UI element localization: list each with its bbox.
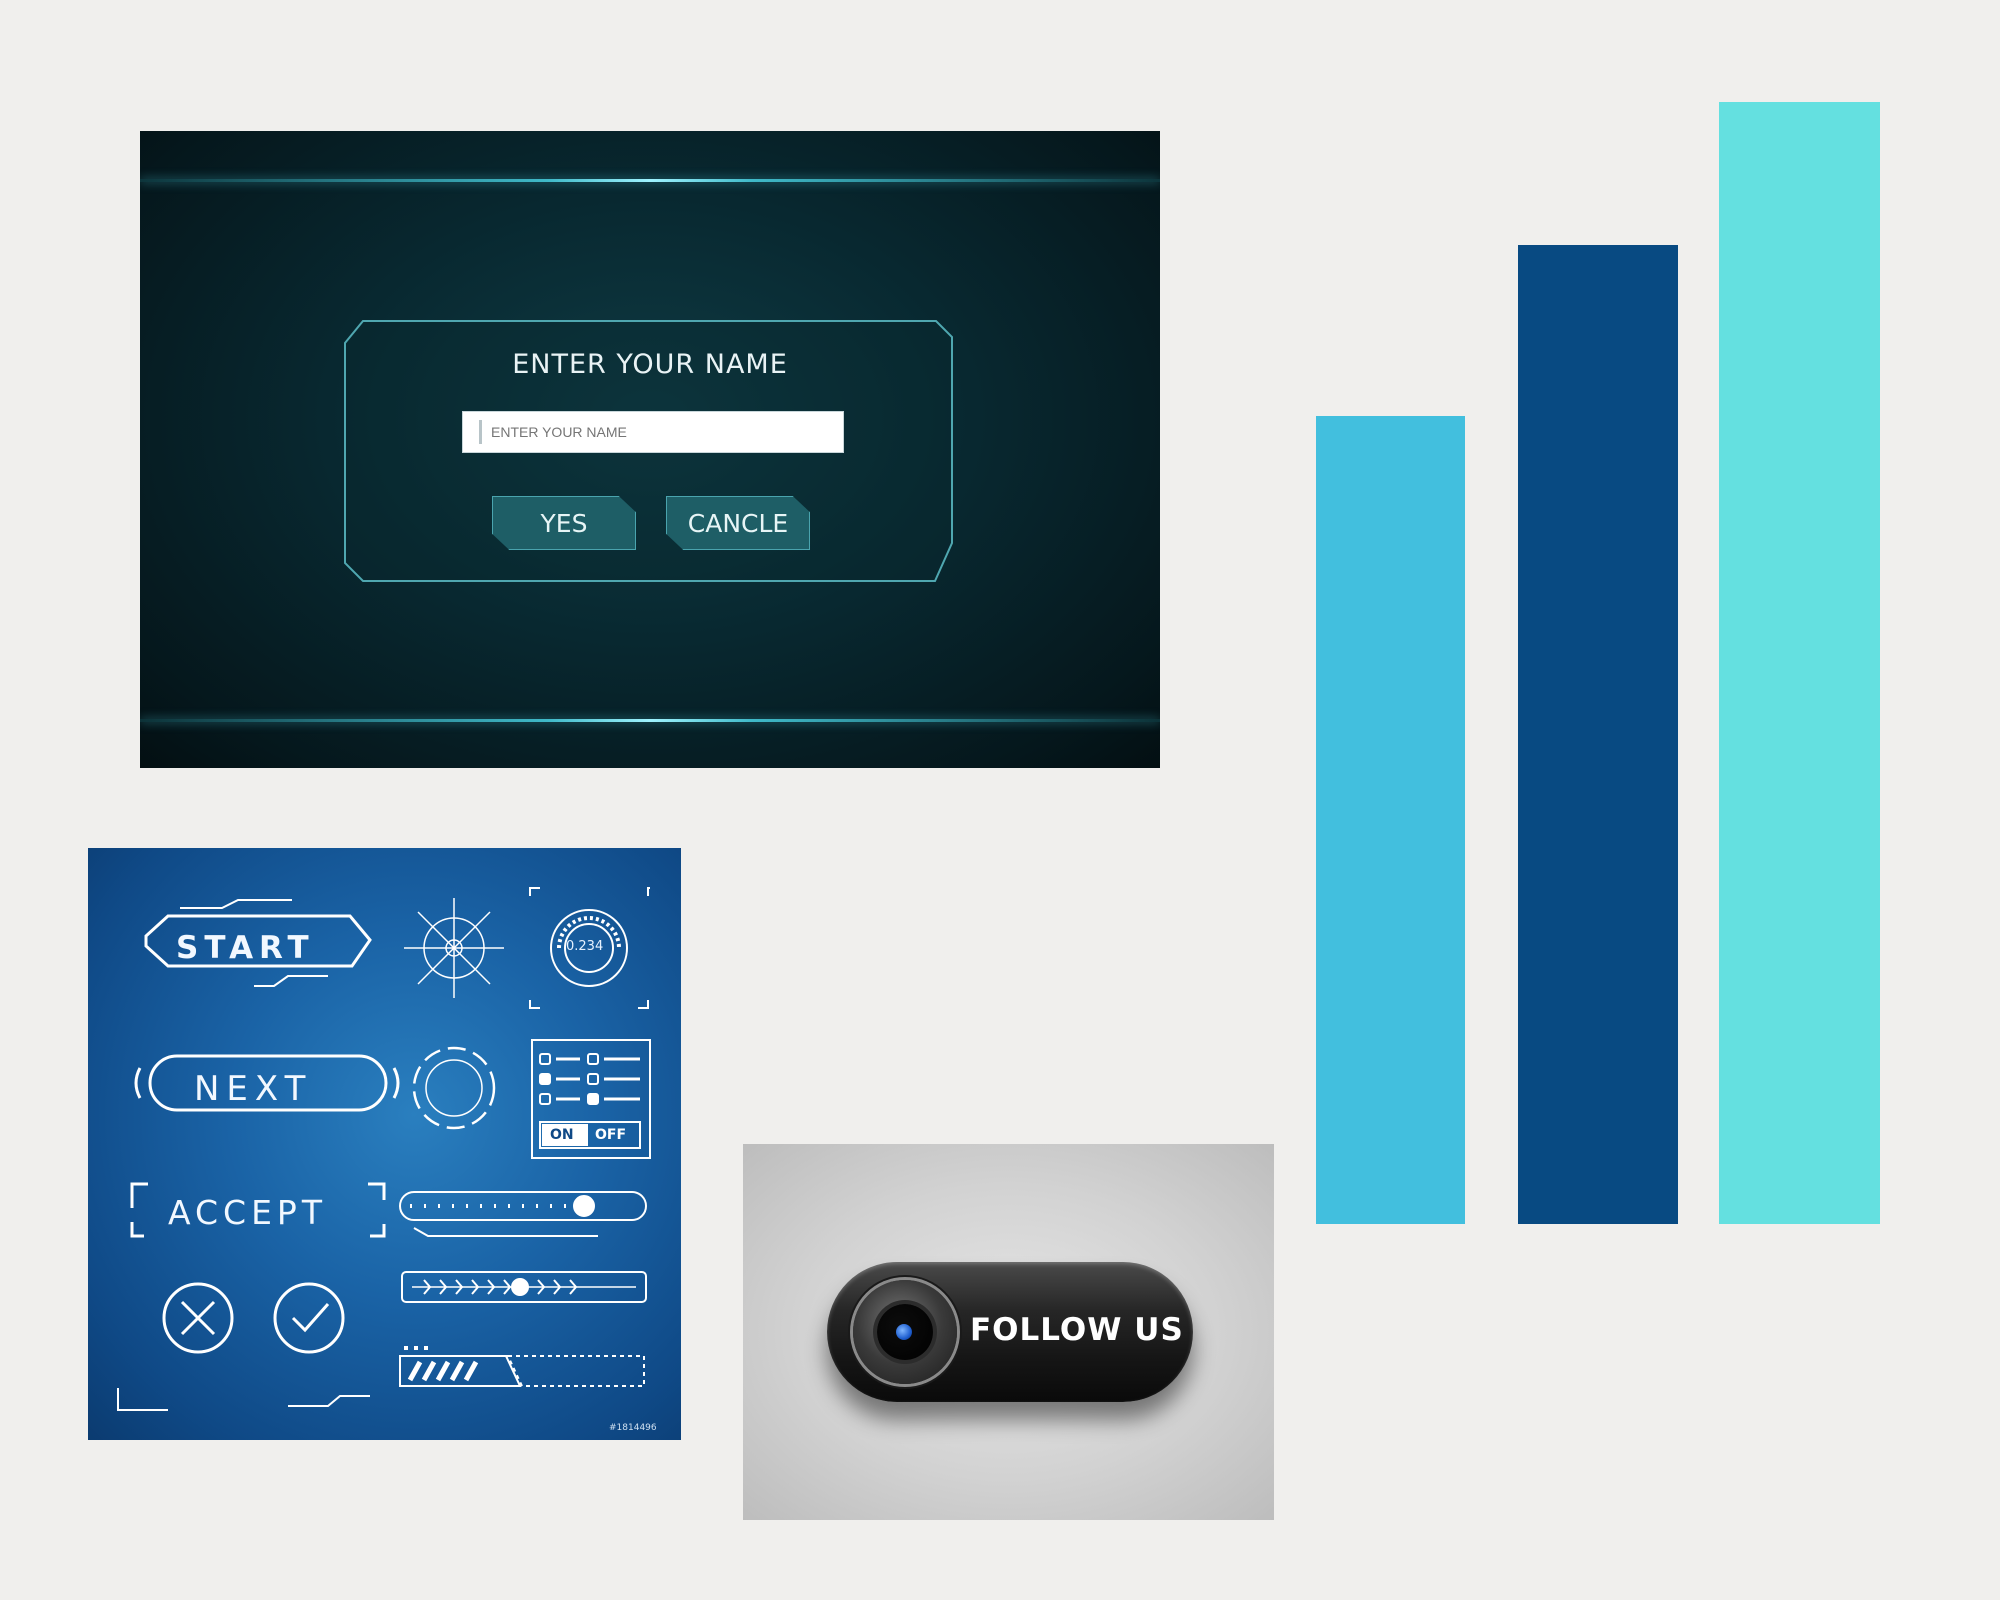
start-button: START xyxy=(176,930,315,966)
decorative-bar-aqua xyxy=(1719,102,1880,1224)
check-circle-icon xyxy=(273,1282,345,1354)
bottom-circuit-mid xyxy=(288,1395,370,1407)
slider-bar xyxy=(399,1191,647,1237)
accept-bracket-br xyxy=(370,1224,386,1238)
accept-bracket-tl xyxy=(130,1182,148,1208)
toggle-off-label: OFF xyxy=(595,1127,627,1143)
loading-bar xyxy=(399,1346,645,1387)
hud-ui-kit-image: START NEXT ACCEPT 0.234 ON OFF #1814496 xyxy=(88,848,681,1440)
toggle-on-label: ON xyxy=(550,1127,574,1143)
dialog-title: ENTER YOUR NAME xyxy=(512,349,788,380)
text-caret xyxy=(479,420,482,444)
next-button: NEXT xyxy=(194,1069,313,1109)
accept-bracket-tr xyxy=(368,1182,386,1200)
decorative-bar-navy xyxy=(1518,245,1678,1224)
dashed-ring-icon xyxy=(412,1046,496,1130)
follow-us-image: FOLLOW US xyxy=(743,1144,1274,1520)
image-id: #1814496 xyxy=(609,1423,657,1433)
follow-us-label: FOLLOW US xyxy=(970,1312,1184,1348)
name-input[interactable] xyxy=(462,411,844,453)
follow-us-button[interactable]: FOLLOW US xyxy=(827,1262,1193,1402)
radar-target-icon xyxy=(404,898,504,998)
lens-reflection xyxy=(896,1324,912,1340)
camera-lens-icon xyxy=(853,1280,957,1384)
arrow-progress-bar xyxy=(401,1271,647,1303)
start-circuit-line-2 xyxy=(254,975,328,987)
start-circuit-line xyxy=(180,899,292,909)
accept-button: ACCEPT xyxy=(168,1193,327,1232)
next-bracket-left xyxy=(134,1067,142,1099)
cancel-button[interactable]: CANCLE xyxy=(666,496,810,550)
lens-inner xyxy=(877,1304,933,1360)
gauge-readout: 0.234 xyxy=(566,939,604,954)
next-bracket-right xyxy=(392,1067,400,1099)
decorative-bar-light-blue xyxy=(1316,416,1465,1224)
yes-button[interactable]: YES xyxy=(492,496,636,550)
name-entry-dialog-image: ENTER YOUR NAME YES CANCLE xyxy=(140,131,1160,768)
bottom-circuit-left xyxy=(117,1388,168,1411)
accept-bracket-bl xyxy=(130,1222,144,1238)
